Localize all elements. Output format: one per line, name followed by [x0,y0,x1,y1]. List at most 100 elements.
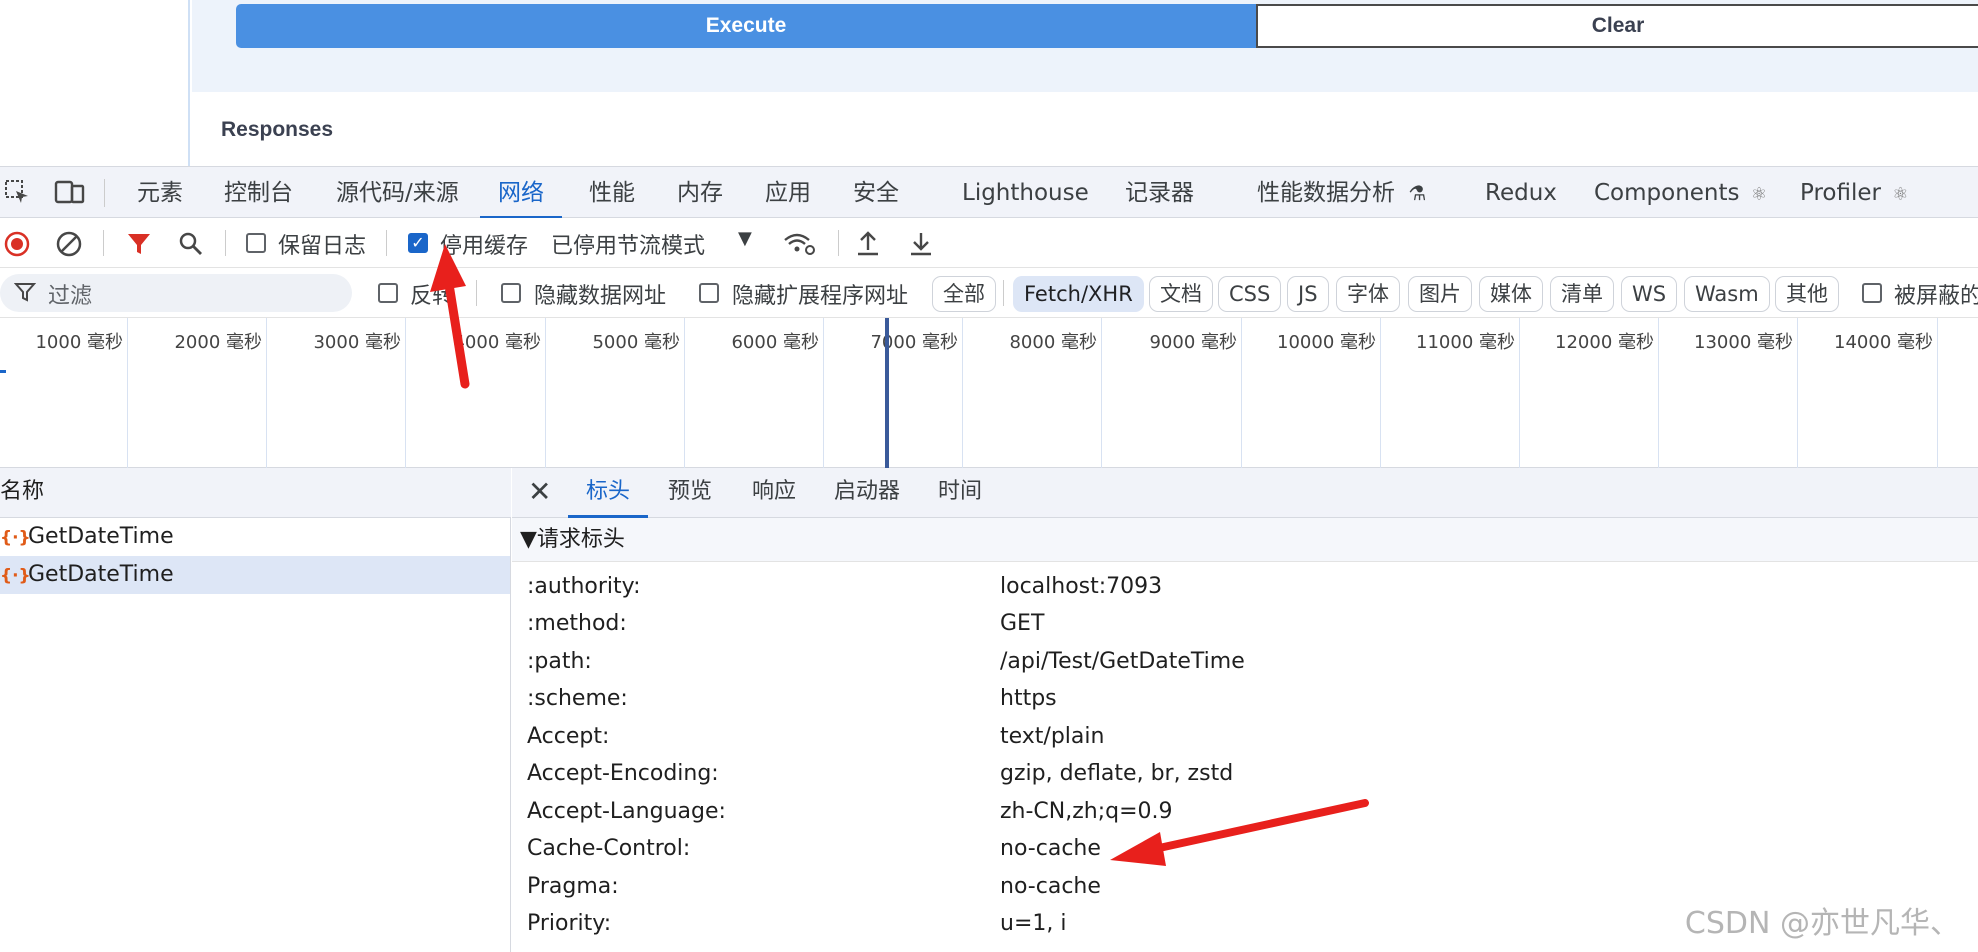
tab-components[interactable]: Components ⚛ [1594,167,1767,219]
filter-chip-other[interactable]: 其他 [1775,276,1839,312]
tab-headers[interactable]: 标头 [568,468,649,518]
request-row[interactable]: {·}GetDateTime [0,518,510,556]
tab-response[interactable]: 响应 [752,468,796,518]
header-value: no-cache [1000,874,1101,899]
divider [838,230,839,256]
header-value: no-cache [1000,836,1101,861]
preserve-log-checkbox[interactable] [246,233,266,253]
tab-recorder[interactable]: 记录器 [1125,167,1194,219]
timeline-tick-label: 1000 毫秒 [35,332,123,353]
request-name: GetDateTime [28,562,174,587]
responses-heading: Responses [221,118,334,141]
timeline-gridline [684,318,685,468]
chevron-down-icon[interactable]: ▼ [738,228,752,249]
filter-chip-css[interactable]: CSS [1218,276,1282,312]
request-bar [0,370,6,373]
filter-chip-fetch-xhr[interactable]: Fetch/XHR [1013,276,1144,312]
divider [1003,280,1004,306]
filter-chip-all[interactable]: 全部 [932,276,996,312]
header-name: Cache-Control: [527,836,691,861]
disable-cache-checkbox[interactable]: ✓ [408,233,428,253]
hide-extension-urls-checkbox[interactable] [699,283,719,303]
request-headers-section[interactable]: ▼请求标头 [512,518,1978,562]
header-value: GET [1000,611,1045,636]
request-list: 名称 {·}GetDateTime {·}GetDateTime [0,468,511,952]
inspect-element-icon[interactable] [2,177,32,207]
device-toolbar-icon[interactable] [54,177,86,207]
hide-data-urls-label: 隐藏数据网址 [534,284,667,309]
request-row-selected[interactable]: {·}GetDateTime [0,556,510,594]
import-har-icon[interactable] [853,229,883,259]
header-value: text/plain [1000,724,1105,749]
timeline-gridline [962,318,963,468]
request-name: GetDateTime [28,524,174,549]
stop-recording-icon[interactable] [2,229,32,259]
timeline-gridline [1797,318,1798,468]
network-toolbar: 保留日志 ✓ 停用缓存 已停用节流模式 ▼ [0,218,1978,268]
execute-button[interactable]: Execute [236,4,1256,48]
tab-initiator[interactable]: 启动器 [834,468,900,518]
header-value: localhost:7093 [1000,574,1163,599]
timeline-tick-label: 10000 毫秒 [1277,332,1376,353]
header-name: Pragma: [527,874,619,899]
timeline-tick-label: 6000 毫秒 [731,332,819,353]
filter-icon[interactable] [124,229,154,259]
timeline-gridline [1101,318,1102,468]
details-tabbar: ✕ 标头 预览 响应 启动器 时间 [512,468,1978,518]
filter-chip-doc[interactable]: 文档 [1149,276,1213,312]
timeline-tick-label: 3000 毫秒 [313,332,401,353]
tab-profiler[interactable]: Profiler ⚛ [1800,167,1908,219]
filter-chip-wasm[interactable]: Wasm [1684,276,1770,312]
filter-chip-font[interactable]: 字体 [1336,276,1400,312]
timeline-tick-label: 4000 毫秒 [453,332,541,353]
clear-log-icon[interactable] [54,229,84,259]
throttling-select[interactable]: 已停用节流模式 [551,228,705,260]
tab-preview[interactable]: 预览 [668,468,712,518]
header-value: u=1, i [1000,911,1067,936]
search-icon[interactable] [176,229,206,259]
xhr-icon: {·} [0,528,31,548]
tab-elements[interactable]: 元素 [137,167,183,219]
tab-security[interactable]: 安全 [853,167,899,219]
timeline-gridline [823,318,824,468]
filter-chip-ws[interactable]: WS [1621,276,1678,312]
timeline-tick-label: 9000 毫秒 [1149,332,1237,353]
filter-chip-img[interactable]: 图片 [1408,276,1472,312]
tab-performance-insights[interactable]: 性能数据分析 ⚗ [1257,167,1426,219]
tab-performance[interactable]: 性能 [589,167,635,219]
devtools-main-tabbar: 元素 控制台 源代码/来源 网络 性能 内存 应用 安全 Lighthouse … [0,166,1978,219]
clear-button[interactable]: Clear [1256,4,1978,48]
filter-chip-manifest[interactable]: 清单 [1550,276,1614,312]
tab-timing[interactable]: 时间 [938,468,982,518]
close-icon[interactable]: ✕ [528,468,551,518]
timeline-gridline [266,318,267,468]
header-name: Accept-Language: [527,799,726,824]
filter-chip-js[interactable]: JS [1287,276,1329,312]
tab-console[interactable]: 控制台 [224,167,293,219]
hide-data-urls-checkbox[interactable] [501,283,521,303]
timeline-gridline [1380,318,1381,468]
tab-sources[interactable]: 源代码/来源 [336,167,459,219]
filter-input[interactable]: 过滤 [0,274,352,312]
export-har-icon[interactable] [906,229,936,259]
network-conditions-icon[interactable] [782,229,816,259]
tab-lighthouse[interactable]: Lighthouse [962,167,1089,219]
tab-label: Profiler [1800,180,1881,206]
divider [225,230,226,256]
invert-checkbox[interactable] [378,283,398,303]
tab-application[interactable]: 应用 [765,167,811,219]
tab-memory[interactable]: 内存 [677,167,723,219]
tab-network[interactable]: 网络 [480,167,562,219]
network-overview[interactable]: 1000 毫秒 2000 毫秒 3000 毫秒 4000 毫秒 5000 毫秒 6000 … [0,318,1978,468]
preserve-log-label: 保留日志 [278,234,367,259]
devtools: 元素 控制台 源代码/来源 网络 性能 内存 应用 安全 Lighthouse … [0,166,1978,952]
divider [386,230,387,256]
filter-chip-media[interactable]: 媒体 [1479,276,1543,312]
blocked-requests-checkbox[interactable] [1862,283,1882,303]
tab-redux[interactable]: Redux [1485,167,1557,219]
header-value: /api/Test/GetDateTime [1000,649,1245,674]
filter-funnel-icon [13,281,37,307]
name-column-header[interactable]: 名称 [0,468,511,518]
flask-icon: ⚗ [1408,181,1427,205]
timeline-gridline [1937,318,1938,468]
